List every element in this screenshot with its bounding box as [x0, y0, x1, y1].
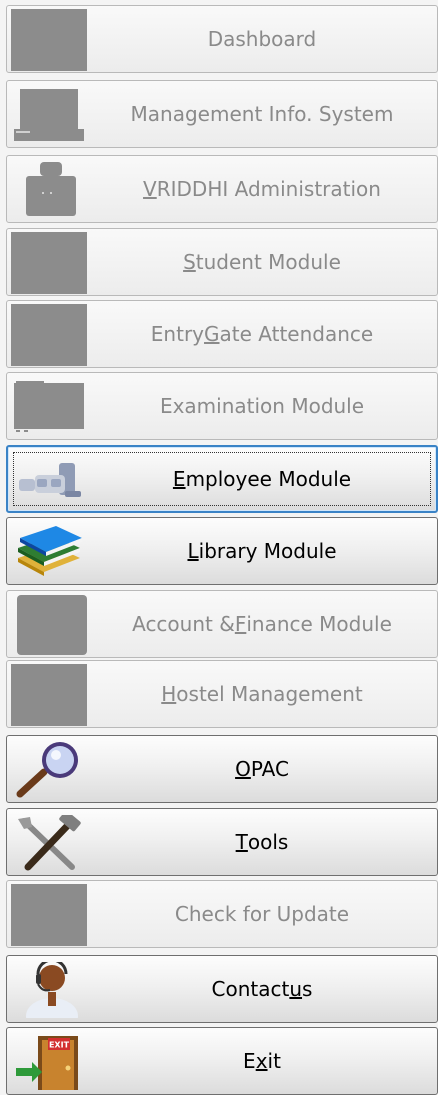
- support-agent-icon: [26, 962, 78, 1018]
- examination-module-button[interactable]: Examination Module: [6, 372, 438, 440]
- examination-icon: [14, 381, 84, 432]
- button-label: Examination Module: [159, 394, 365, 418]
- employee-module-button[interactable]: Employee Module: [6, 445, 438, 513]
- button-label: Employee Module: [172, 467, 352, 491]
- account-finance-module-button[interactable]: Account & Finance Module: [6, 590, 438, 658]
- button-label: Management Info. System: [130, 102, 394, 126]
- button-label: O PAC: [235, 757, 289, 781]
- library-module-button[interactable]: Library Module: [6, 517, 438, 585]
- laptop-icon: [14, 89, 84, 141]
- tools-button[interactable]: Tools: [6, 808, 438, 876]
- management-info-system-button[interactable]: Management Info. System: [6, 80, 438, 148]
- button-label: Tools: [235, 830, 289, 854]
- entry-gate-attendance-button[interactable]: Entry Gate Attendance: [6, 300, 438, 368]
- hostel-icon: [11, 664, 87, 726]
- button-label: Library Module: [187, 539, 337, 563]
- check-for-update-button[interactable]: Check for Update: [6, 880, 438, 948]
- button-label: V RIDDHI Administration: [143, 177, 381, 201]
- attendance-icon: [11, 304, 87, 366]
- button-label: Contact us: [211, 977, 313, 1001]
- button-label: Dashboard: [207, 27, 317, 51]
- hostel-management-button[interactable]: Hostel Management: [6, 660, 438, 728]
- button-label: Account & Finance Module: [132, 612, 392, 636]
- vriddhi-administration-button[interactable]: V RIDDHI Administration: [6, 155, 438, 223]
- student-icon: [11, 232, 87, 294]
- button-label: Entry Gate Attendance: [150, 322, 374, 346]
- dashboard-button[interactable]: Dashboard: [6, 5, 438, 73]
- button-label: Student Module: [183, 250, 341, 274]
- student-module-button[interactable]: Student Module: [6, 228, 438, 296]
- contact-us-button[interactable]: Contact us: [6, 955, 438, 1023]
- update-icon: [11, 884, 87, 946]
- button-label: Hostel Management: [161, 682, 363, 706]
- tools-icon: [18, 815, 81, 871]
- main-menu-panel: Dashboard Management Info. System V RIDDH…: [0, 0, 438, 1095]
- admin-icon: [26, 162, 76, 216]
- dashboard-icon: [11, 9, 87, 71]
- button-label: Check for Update: [174, 902, 350, 926]
- exit-door-icon: EXIT: [16, 1036, 78, 1090]
- books-icon: [18, 526, 82, 576]
- button-label: Ex it: [243, 1049, 281, 1073]
- exit-button[interactable]: EXIT Ex it: [6, 1027, 438, 1095]
- opac-button[interactable]: O PAC: [6, 735, 438, 803]
- svg-text:EXIT: EXIT: [49, 1041, 70, 1050]
- magnifier-icon: [16, 742, 78, 798]
- employee-icon: [19, 463, 81, 497]
- finance-icon: [17, 595, 87, 655]
